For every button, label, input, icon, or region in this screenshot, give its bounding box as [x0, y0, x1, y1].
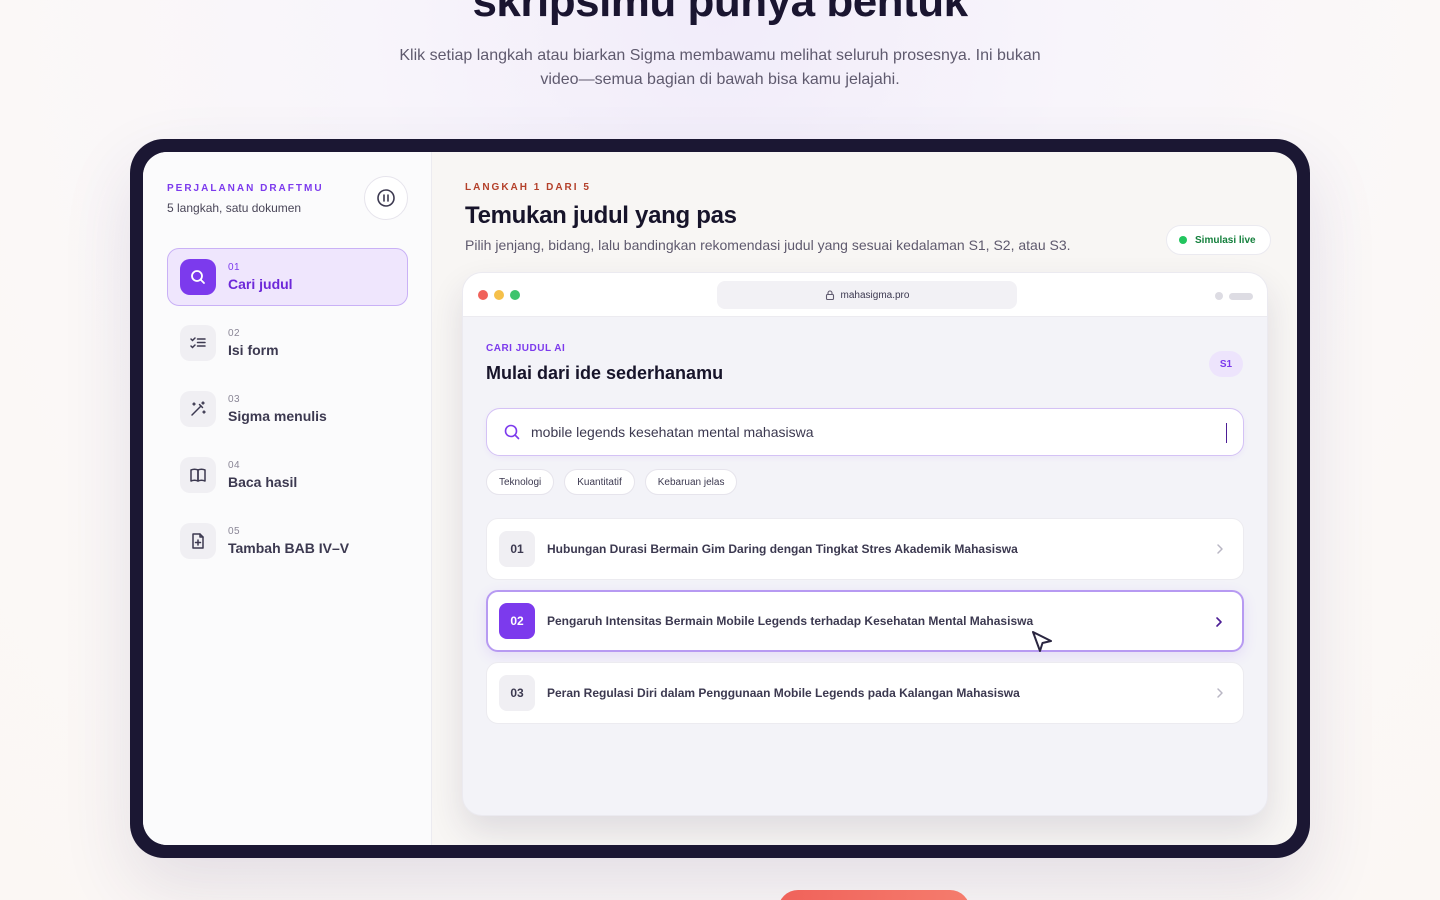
chip-teknologi[interactable]: Teknologi: [486, 469, 555, 495]
result-item[interactable]: 01 Hubungan Durasi Bermain Gim Daring de…: [486, 518, 1244, 580]
step-label: Baca hasil: [228, 474, 298, 490]
level-badge[interactable]: S1: [1209, 351, 1243, 377]
pause-button[interactable]: [364, 176, 408, 220]
text-caret: [1226, 423, 1227, 443]
step-number: 04: [228, 460, 241, 471]
checklist-icon: [180, 325, 216, 361]
feature-kicker: CARI JUDUL AI: [486, 343, 566, 354]
sidebar-subtitle: 5 langkah, satu dokumen: [167, 201, 302, 215]
step-cari-judul[interactable]: 01 Cari judul: [167, 248, 408, 306]
result-title: Hubungan Durasi Bermain Gim Daring denga…: [547, 542, 1018, 556]
step-number: 02: [228, 328, 241, 339]
result-number: 01: [499, 531, 535, 567]
url-text: mahasigma.pro: [840, 289, 910, 301]
search-value: mobile legends kesehatan mental mahasisw…: [531, 424, 814, 440]
toolbar-dot-icon: [1215, 292, 1223, 300]
step-panel: LANGKAH 1 DARI 5 Temukan judul yang pas …: [432, 152, 1297, 845]
step-sigma-menulis[interactable]: 03 Sigma menulis: [167, 380, 408, 438]
live-dot-icon: [1179, 236, 1187, 244]
sidebar-kicker: PERJALANAN DRAFTMU: [167, 183, 324, 194]
result-title: Peran Regulasi Diri dalam Penggunaan Mob…: [547, 686, 1020, 700]
chip-kebaruan-jelas[interactable]: Kebaruan jelas: [644, 469, 738, 495]
filter-chips: Teknologi Kuantitatif Kebaruan jelas: [486, 469, 738, 495]
book-icon: [180, 457, 216, 493]
step-isi-form[interactable]: 02 Isi form: [167, 314, 408, 372]
step-baca-hasil[interactable]: 04 Baca hasil: [167, 446, 408, 504]
chevron-right-icon: [1217, 544, 1223, 554]
minimize-dot-icon: [494, 290, 504, 300]
file-plus-icon: [180, 523, 216, 559]
feature-title: Mulai dari ide sederhanamu: [486, 363, 724, 383]
step-tambah-bab[interactable]: 05 Tambah BAB IV–V: [167, 512, 408, 570]
live-simulation-badge: Simulasi live: [1166, 225, 1271, 255]
result-number: 03: [499, 675, 535, 711]
browser-tools: [1215, 292, 1253, 300]
step-description: Pilih jenjang, bidang, lalu bandingkan r…: [465, 237, 1071, 253]
cta-button[interactable]: [778, 890, 970, 900]
step-title: Temukan judul yang pas: [465, 202, 737, 229]
step-label: Cari judul: [228, 276, 293, 292]
step-label: Isi form: [228, 342, 279, 358]
chevron-right-icon: [1216, 617, 1222, 627]
close-dot-icon: [478, 290, 488, 300]
step-number: 01: [228, 262, 241, 273]
lock-icon: [825, 290, 834, 300]
magic-wand-icon: [180, 391, 216, 427]
step-list: 01 Cari judul 02 Isi form 03 Sigma menul…: [167, 248, 408, 578]
browser-toolbar: mahasigma.pro: [463, 273, 1267, 317]
toolbar-pill-icon: [1229, 292, 1253, 300]
url-bar[interactable]: mahasigma.pro: [717, 281, 1017, 309]
window-controls: [478, 290, 520, 300]
maximize-dot-icon: [510, 290, 520, 300]
step-label: Tambah BAB IV–V: [228, 540, 350, 556]
step-number: 03: [228, 394, 241, 405]
live-badge-label: Simulasi live: [1195, 234, 1256, 246]
step-label: Sigma menulis: [228, 408, 327, 424]
result-title: Pengaruh Intensitas Bermain Mobile Legen…: [547, 614, 1034, 628]
title-recommendations: 01 Hubungan Durasi Bermain Gim Daring de…: [486, 518, 1244, 734]
pause-icon: [377, 189, 395, 207]
hero-title: skripsimu punya bentuk: [472, 0, 968, 26]
mouse-pointer-icon: [1032, 631, 1052, 652]
device-frame: PERJALANAN DRAFTMU 5 langkah, satu dokum…: [130, 139, 1310, 858]
step-number: 05: [228, 526, 241, 537]
search-icon: [504, 424, 520, 440]
result-item-selected[interactable]: 02 Pengaruh Intensitas Bermain Mobile Le…: [486, 590, 1244, 652]
device-screen: PERJALANAN DRAFTMU 5 langkah, satu dokum…: [143, 152, 1297, 845]
idea-search-input[interactable]: mobile legends kesehatan mental mahasisw…: [486, 408, 1244, 456]
browser-mockup: mahasigma.pro CARI JUDUL AI Mulai dari i…: [462, 272, 1268, 816]
journey-sidebar: PERJALANAN DRAFTMU 5 langkah, satu dokum…: [143, 152, 432, 845]
chip-kuantitatif[interactable]: Kuantitatif: [564, 469, 635, 495]
chevron-right-icon: [1217, 688, 1223, 698]
search-icon: [180, 259, 216, 295]
step-kicker: LANGKAH 1 DARI 5: [465, 182, 591, 193]
result-item[interactable]: 03 Peran Regulasi Diri dalam Penggunaan …: [486, 662, 1244, 724]
hero-subtitle: Klik setiap langkah atau biarkan Sigma m…: [399, 47, 1041, 88]
result-number: 02: [499, 603, 535, 639]
